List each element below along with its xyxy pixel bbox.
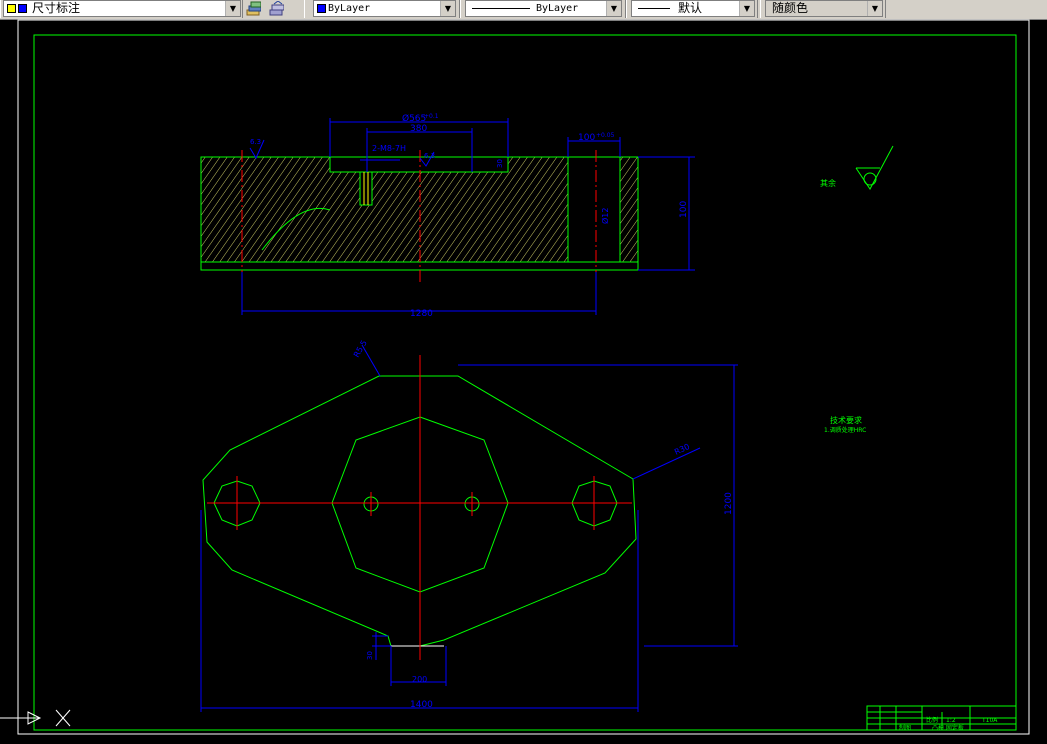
scale-label: 比例 [926,716,938,724]
tech-requirements: 技术要求 1.调质处理HRC [824,415,866,434]
side-dia-label: Ø12 [600,208,610,224]
notch-200-label: 200 [412,675,427,684]
height-1200-label: 1200 [724,492,734,515]
through-hole [567,156,621,263]
drawn-by-label: 制图 [899,724,911,732]
small-30-label: 30 [496,159,504,168]
tech-title: 技术要求 [830,415,862,425]
radius-label: R30 [673,442,691,457]
ucs-icon [0,709,71,727]
sheet-border [17,19,1030,735]
dim-380-label: 380 [410,124,427,134]
material-label: T10A [981,717,998,724]
roughness-2-label: 6.3 [424,152,435,160]
angle-label: R5.5 [352,339,369,359]
recess [329,156,509,173]
dim-100-top-label: 100 [578,133,595,143]
drawing-canvas[interactable]: Ø565 +0.1 380 2-M8-7H 100 +0.05 100 1280… [0,0,1047,744]
roughness-1-label: 6.3 [250,138,261,146]
scale-value: 1:2 [946,717,956,724]
drawing-frame [33,34,1017,731]
plan-view: R5.5 R30 1200 200 30 1400 [200,339,738,712]
tech-line: 1.调质处理HRC [824,426,866,434]
dia-tol-label: +0.1 [424,113,439,120]
section-view: Ø565 +0.1 380 2-M8-7H 100 +0.05 100 1280… [200,113,695,319]
dim-100-tol-label: +0.05 [596,132,615,139]
width-1400-label: 1400 [410,700,433,710]
part-name: 凸模 固定板 [932,724,964,732]
surface-note-label: 其余 [820,178,836,188]
surface-finish-note: 其余 [820,145,894,190]
notch-30-label: 30 [366,651,374,660]
tapped-hole [359,171,373,206]
dia-565-label: Ø565 [402,113,426,124]
length-1280-label: 1280 [410,309,433,319]
height-100-label: 100 [679,201,689,218]
thread-label: 2-M8-7H [372,144,406,153]
